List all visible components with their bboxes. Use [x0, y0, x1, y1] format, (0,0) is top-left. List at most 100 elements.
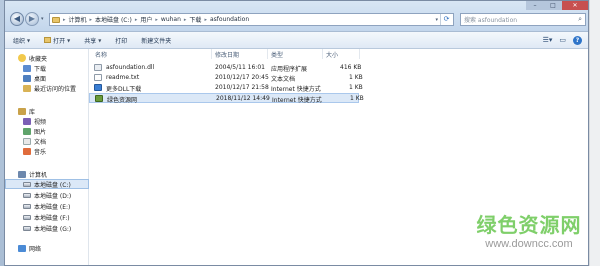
- nav-favorites[interactable]: 收藏夹: [5, 53, 89, 63]
- nav-network[interactable]: 网络: [5, 243, 89, 253]
- nav-label: 本地磁盘 (C:): [34, 181, 71, 189]
- search-box[interactable]: 搜索 asfoundation ⌕: [460, 13, 586, 26]
- file-row[interactable]: readme.txt 2010/12/17 20:45 文本文档 1 KB: [89, 73, 363, 83]
- nav-label: 本地磁盘 (D:): [34, 192, 72, 200]
- close-button[interactable]: ✕: [562, 1, 588, 10]
- hard-drive-icon: [23, 192, 31, 198]
- nav-label: 本地磁盘 (E:): [34, 203, 71, 211]
- nav-drive-e[interactable]: 本地磁盘 (E:): [5, 201, 89, 211]
- column-divider[interactable]: [322, 49, 323, 59]
- file-size: 1 KB: [349, 84, 363, 91]
- search-icon[interactable]: ⌕: [578, 15, 582, 24]
- recent-pages-dropdown[interactable]: ▾: [41, 16, 44, 22]
- folder-icon: [52, 16, 60, 23]
- column-header-type[interactable]: 类型: [271, 50, 283, 59]
- column-divider[interactable]: [267, 49, 268, 59]
- nav-label: 收藏夹: [29, 55, 48, 63]
- address-dropdown[interactable]: ▾: [435, 17, 438, 23]
- open-label: 打开: [53, 37, 66, 45]
- video-icon: [23, 117, 31, 125]
- nav-downloads[interactable]: 下载: [5, 63, 89, 73]
- nav-label: 本地磁盘 (F:): [34, 214, 70, 222]
- file-type: Internet 快捷方式: [272, 97, 322, 104]
- nav-drive-c[interactable]: 本地磁盘 (C:): [5, 179, 89, 189]
- organize-label: 组织: [13, 37, 26, 45]
- music-icon: [23, 147, 31, 155]
- column-header-modified[interactable]: 修改日期: [215, 50, 239, 59]
- download-folder-icon: [23, 64, 31, 72]
- preview-pane-icon[interactable]: ▭: [559, 36, 566, 45]
- nav-label: 最近访问的位置: [34, 85, 77, 93]
- back-button[interactable]: ◀: [10, 12, 24, 26]
- organize-menu[interactable]: 组织 ▼: [13, 36, 30, 45]
- chevron-right-icon[interactable]: ▸: [90, 17, 93, 23]
- dropdown-arrow-icon: ▼: [27, 37, 31, 43]
- breadcrumb-user[interactable]: wuhan: [161, 16, 181, 23]
- nav-libraries[interactable]: 库: [5, 106, 89, 116]
- nav-drive-d[interactable]: 本地磁盘 (D:): [5, 190, 89, 200]
- chevron-right-icon[interactable]: ▸: [155, 17, 158, 23]
- new-folder-button[interactable]: 新建文件夹: [141, 36, 171, 45]
- hard-drive-icon: [23, 225, 31, 231]
- dll-icon: [94, 64, 102, 71]
- refresh-button[interactable]: ⟳: [440, 14, 452, 25]
- maximize-button[interactable]: □: [544, 1, 562, 10]
- minimize-button[interactable]: –: [526, 1, 544, 10]
- chevron-right-icon[interactable]: ▸: [63, 17, 66, 23]
- command-bar: 组织 ▼ 打开 ▼ 共享 ▼ 打印 新建文件夹 ☰▾ ▭ ?: [5, 32, 588, 49]
- chevron-right-icon[interactable]: ▸: [184, 17, 187, 23]
- chevron-right-icon[interactable]: ▸: [135, 17, 138, 23]
- recent-places-icon: [23, 84, 31, 92]
- nav-music[interactable]: 音乐: [5, 146, 89, 156]
- nav-recent[interactable]: 最近访问的位置: [5, 83, 89, 93]
- nav-label: 文档: [34, 138, 47, 146]
- file-row[interactable]: 更多DLL下载 2010/12/17 21:58 Internet 快捷方式 1…: [89, 83, 363, 93]
- address-bar-area: ◀ ▶ ▾ ▸ 计算机 ▸ 本地磁盘 (C:) ▸ 用户 ▸ wuhan ▸ 下…: [5, 1, 588, 32]
- nav-label: 视频: [34, 118, 47, 126]
- print-button[interactable]: 打印: [115, 36, 127, 45]
- nav-drive-g[interactable]: 本地磁盘 (G:): [5, 223, 89, 233]
- breadcrumb-current-folder[interactable]: asfoundation: [210, 16, 249, 23]
- file-modified: 2010/12/17 21:58: [215, 84, 269, 91]
- nav-drive-f[interactable]: 本地磁盘 (F:): [5, 212, 89, 222]
- column-header-name[interactable]: 名称: [95, 50, 107, 59]
- nav-label: 音乐: [34, 148, 47, 156]
- watermark-title: 绿色资源网: [476, 213, 582, 237]
- file-size: 1 KB: [349, 74, 363, 81]
- breadcrumb-users[interactable]: 用户: [140, 15, 152, 24]
- column-divider[interactable]: [359, 49, 360, 59]
- forward-button[interactable]: ▶: [25, 12, 39, 26]
- nav-documents[interactable]: 文档: [5, 136, 89, 146]
- file-name: asfoundation.dll: [106, 64, 155, 71]
- hard-drive-icon: [23, 214, 31, 220]
- nav-computer[interactable]: 计算机: [5, 169, 89, 179]
- help-icon[interactable]: ?: [573, 36, 582, 45]
- nav-label: 库: [29, 108, 36, 116]
- file-row[interactable]: asfoundation.dll 2004/5/11 16:01 应用程序扩展 …: [89, 63, 361, 73]
- hard-drive-icon: [23, 203, 31, 209]
- file-modified: 2004/5/11 16:01: [215, 64, 265, 71]
- breadcrumb-downloads[interactable]: 下载: [189, 15, 201, 24]
- file-row-selected[interactable]: 绿色资源网 2018/11/12 14:49 Internet 快捷方式 1 K…: [89, 93, 364, 104]
- url-icon: [95, 95, 103, 102]
- column-divider[interactable]: [211, 49, 212, 59]
- share-menu[interactable]: 共享 ▼: [84, 36, 101, 45]
- txt-icon: [94, 74, 102, 81]
- file-name: readme.txt: [106, 74, 140, 81]
- column-header-size[interactable]: 大小: [326, 50, 338, 59]
- breadcrumb-drive-c[interactable]: 本地磁盘 (C:): [95, 15, 132, 24]
- file-type: 文本文档: [271, 76, 296, 83]
- file-type: 应用程序扩展: [271, 66, 308, 73]
- view-controls: ☰▾ ▭ ?: [543, 36, 582, 45]
- chevron-right-icon[interactable]: ▸: [204, 17, 207, 23]
- nav-desktop[interactable]: 桌面: [5, 73, 89, 83]
- dropdown-arrow-icon: ▼: [98, 37, 102, 43]
- nav-label: 本地磁盘 (G:): [34, 225, 72, 233]
- nav-pictures[interactable]: 图片: [5, 126, 89, 136]
- breadcrumb-computer[interactable]: 计算机: [69, 15, 87, 24]
- view-options-icon[interactable]: ☰▾: [543, 36, 553, 45]
- address-bar[interactable]: ▸ 计算机 ▸ 本地磁盘 (C:) ▸ 用户 ▸ wuhan ▸ 下载 ▸ as…: [49, 13, 454, 26]
- explorer-window: ◀ ▶ ▾ ▸ 计算机 ▸ 本地磁盘 (C:) ▸ 用户 ▸ wuhan ▸ 下…: [4, 0, 589, 266]
- nav-videos[interactable]: 视频: [5, 116, 89, 126]
- open-button[interactable]: 打开 ▼: [44, 36, 70, 45]
